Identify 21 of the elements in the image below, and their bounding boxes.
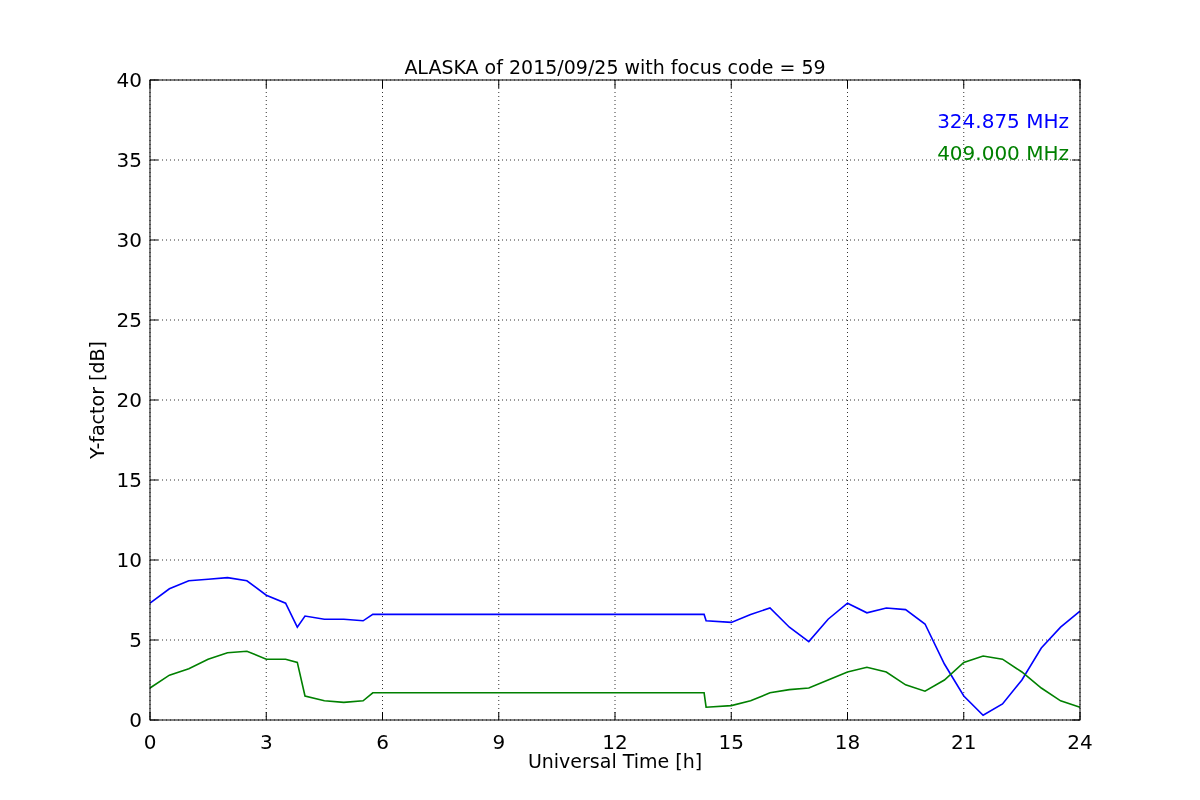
x-tick-label: 9	[492, 730, 506, 754]
x-tick-label: 18	[834, 730, 861, 754]
legend-label: 409.000 MHz	[937, 141, 1069, 165]
y-axis-label: Y-factor [dB]	[86, 341, 108, 459]
chart-title: ALASKA of 2015/09/25 with focus code = 59	[404, 56, 826, 78]
y-tick-label: 20	[116, 388, 142, 412]
y-tick-label: 35	[116, 148, 142, 172]
x-tick-label: 6	[376, 730, 389, 754]
x-tick-label: 3	[259, 730, 273, 754]
x-tick-label: 24	[1067, 730, 1093, 754]
y-tick-label: 30	[116, 228, 142, 252]
x-tick-label: 21	[951, 730, 977, 754]
y-tick-label: 5	[129, 628, 142, 652]
legend-label: 324.875 MHz	[937, 109, 1069, 133]
y-tick-label: 40	[116, 68, 142, 92]
x-tick-label: 0	[143, 730, 157, 754]
y-tick-label: 15	[116, 468, 142, 492]
y-tick-label: 0	[129, 708, 142, 732]
y-tick-label: 10	[116, 548, 142, 572]
x-tick-label: 15	[718, 730, 744, 754]
y-tick-label: 25	[116, 308, 142, 332]
